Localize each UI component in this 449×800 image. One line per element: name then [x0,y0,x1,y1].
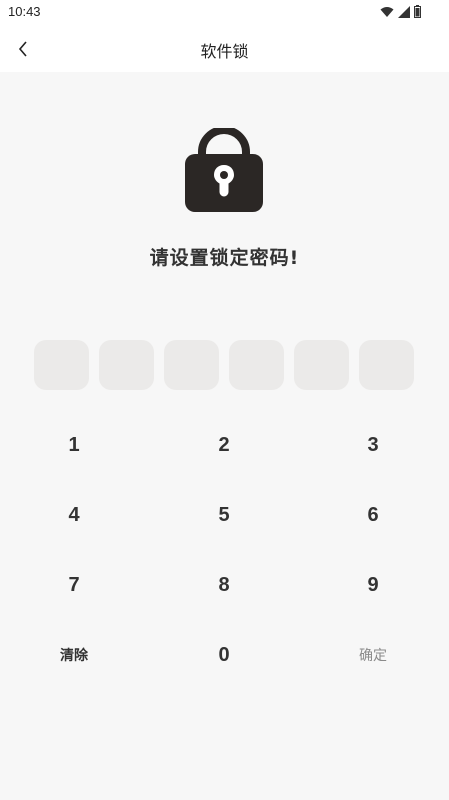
page-title: 软件锁 [200,42,249,61]
key-6[interactable]: 6 [323,485,423,545]
key-2[interactable]: 2 [174,415,274,475]
key-1[interactable]: 1 [24,415,124,475]
padlock-icon [185,128,263,212]
key-7[interactable]: 7 [24,555,124,615]
pin-box [229,340,284,390]
key-4[interactable]: 4 [24,485,124,545]
key-0[interactable]: 0 [174,625,274,685]
pin-box [294,340,349,390]
status-bar: 10:43 [0,0,449,26]
signal-icon [398,5,410,18]
wifi-icon [380,6,394,17]
nav-bar: 软件锁 [0,26,449,72]
key-5[interactable]: 5 [174,485,274,545]
pin-box [99,340,154,390]
key-9[interactable]: 9 [323,555,423,615]
key-8[interactable]: 8 [174,555,274,615]
prompt-text: 请设置锁定密码! [149,247,300,269]
confirm-button[interactable]: 确定 [323,625,423,685]
status-icons [380,5,421,18]
battery-icon [414,5,421,18]
pin-box [359,340,414,390]
pin-box [164,340,219,390]
clear-button[interactable]: 清除 [24,625,124,685]
status-time: 10:43 [8,4,41,19]
key-3[interactable]: 3 [323,415,423,475]
pin-box [34,340,89,390]
pin-input-row [34,340,414,390]
